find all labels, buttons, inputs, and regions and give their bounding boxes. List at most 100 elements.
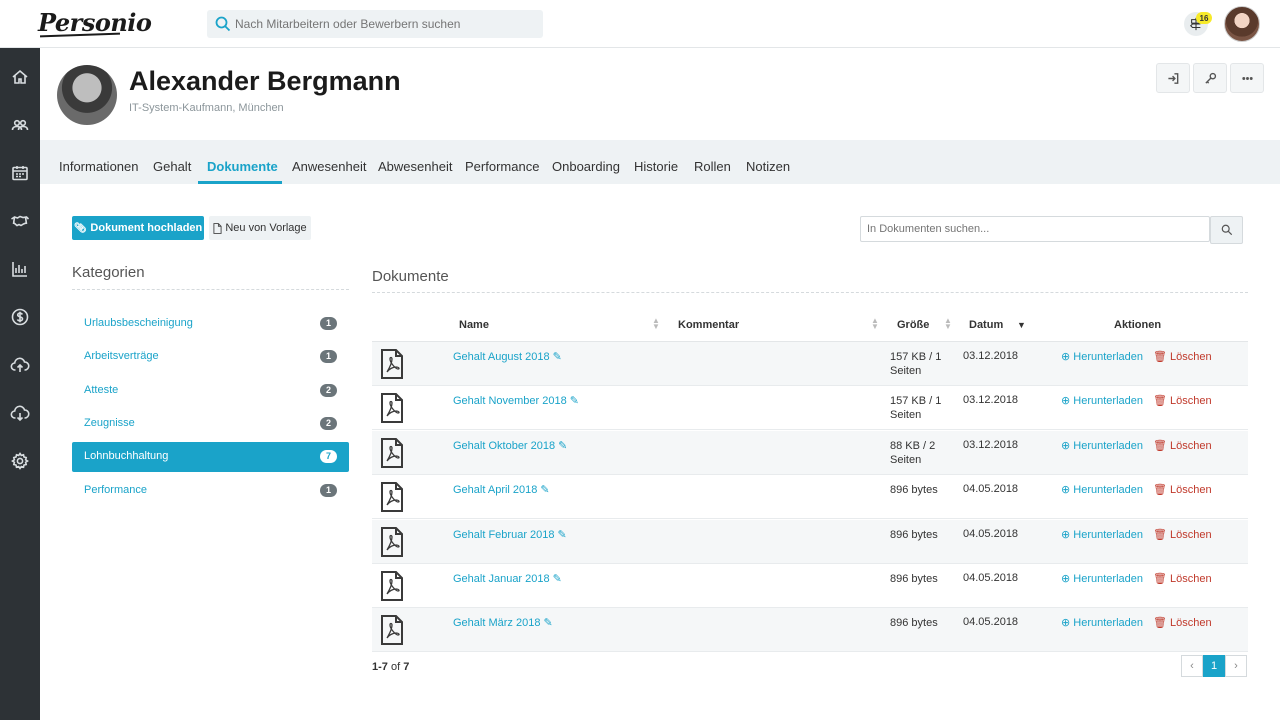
document-name-link[interactable]: Gehalt Oktober 2018 ✎ (453, 439, 567, 452)
trash-icon: 🗑︎ (1153, 617, 1171, 630)
delete-label: Löschen (1170, 528, 1212, 541)
document-search-button[interactable] (1210, 216, 1243, 244)
tab-rollen[interactable]: Rollen (694, 140, 731, 184)
pdf-file-icon[interactable] (380, 393, 404, 424)
download-button[interactable]: ⊕ Herunterladen (1061, 616, 1143, 629)
category-atteste[interactable]: Atteste 2 (72, 376, 349, 406)
document-name-link[interactable]: Gehalt April 2018 ✎ (453, 483, 550, 496)
pdf-file-icon[interactable] (380, 482, 404, 513)
prev-page-button[interactable]: ‹ (1181, 655, 1203, 677)
tab-performance[interactable]: Performance (465, 140, 539, 184)
chevron-right-icon: › (1234, 660, 1238, 672)
column-name[interactable]: Name (459, 319, 489, 331)
upload-cloud-icon[interactable] (8, 353, 32, 377)
delete-button[interactable]: 🗑︎ Löschen (1153, 439, 1212, 452)
delete-button[interactable]: 🗑︎ Löschen (1153, 394, 1212, 407)
tab-gehalt[interactable]: Gehalt (153, 140, 191, 184)
column-comment[interactable]: Kommentar (678, 319, 739, 331)
sort-icon[interactable]: ▲ ▼ (652, 317, 660, 331)
tab-dokumente[interactable]: Dokumente (207, 140, 278, 184)
user-avatar[interactable] (1224, 6, 1260, 42)
global-search[interactable] (207, 10, 543, 38)
delete-button[interactable]: 🗑︎ Löschen (1153, 616, 1212, 629)
home-icon[interactable] (8, 65, 32, 89)
category-zeugnisse[interactable]: Zeugnisse 2 (72, 409, 349, 439)
pdf-file-icon[interactable] (380, 571, 404, 601)
file-icon (213, 222, 222, 234)
document-date: 04.05.2018 (963, 527, 1019, 540)
document-name-link[interactable]: Gehalt März 2018 ✎ (453, 616, 553, 629)
delete-button[interactable]: 🗑︎ Löschen (1153, 350, 1212, 363)
delete-button[interactable]: 🗑︎ Löschen (1153, 528, 1212, 541)
download-button[interactable]: ⊕ Herunterladen (1061, 572, 1143, 585)
category-count: 7 (320, 450, 337, 463)
page-button[interactable]: 1 (1203, 655, 1225, 677)
ellipsis-icon (1241, 76, 1253, 80)
employee-name: Alexander Bergmann (129, 66, 401, 96)
upload-document-button[interactable]: 📎︎ Dokument hochladen (72, 216, 204, 240)
gear-icon[interactable] (8, 449, 32, 473)
delete-button[interactable]: 🗑︎ Löschen (1153, 483, 1212, 496)
login-as-button[interactable] (1156, 63, 1190, 93)
pencil-icon[interactable]: ✎ (558, 440, 567, 452)
download-icon: ⊕ (1061, 573, 1074, 585)
people-icon[interactable] (8, 113, 32, 137)
category-lohnbuchhaltung[interactable]: Lohnbuchhaltung 7 (72, 442, 349, 472)
pencil-icon[interactable]: ✎ (570, 395, 579, 407)
more-options-button[interactable] (1230, 63, 1264, 93)
sort-icon[interactable]: ▲ ▼ (944, 317, 952, 331)
download-button[interactable]: ⊕ Herunterladen (1061, 394, 1143, 407)
calendar-icon[interactable] (8, 161, 32, 185)
tab-abwesenheit[interactable]: Abwesenheit (378, 140, 452, 184)
download-label: Herunterladen (1073, 573, 1143, 585)
tab-historie[interactable]: Historie (634, 140, 678, 184)
download-label: Herunterladen (1073, 351, 1143, 363)
download-cloud-icon[interactable] (8, 401, 32, 425)
delete-button[interactable]: 🗑︎ Löschen (1153, 572, 1212, 585)
sign-in-icon (1167, 72, 1178, 84)
next-page-button[interactable]: › (1225, 655, 1247, 677)
tab-onboarding[interactable]: Onboarding (552, 140, 620, 184)
download-button[interactable]: ⊕ Herunterladen (1061, 350, 1143, 363)
category-urlaubsbescheinigung[interactable]: Urlaubsbescheinigung 1 (72, 309, 349, 339)
trash-icon: 🗑︎ (1153, 484, 1171, 497)
new-from-template-button[interactable]: Neu von Vorlage (209, 216, 311, 240)
download-button[interactable]: ⊕ Herunterladen (1061, 439, 1143, 452)
pagination-info: 1-7 of 7 (372, 661, 409, 673)
tab-informationen[interactable]: Informationen (59, 140, 139, 184)
pdf-file-icon[interactable] (380, 615, 404, 646)
download-icon: ⊕ (1061, 617, 1074, 630)
pencil-icon[interactable]: ✎ (558, 529, 567, 541)
document-name-link[interactable]: Gehalt November 2018 ✎ (453, 394, 579, 407)
pdf-file-icon[interactable] (380, 349, 404, 379)
category-performance[interactable]: Performance 1 (72, 476, 349, 506)
pdf-file-icon[interactable] (380, 526, 404, 557)
pencil-icon[interactable]: ✎ (553, 351, 562, 363)
pencil-icon[interactable]: ✎ (553, 573, 562, 585)
pencil-icon[interactable]: ✎ (540, 484, 549, 496)
download-button[interactable]: ⊕ Herunterladen (1061, 528, 1143, 541)
sort-desc-icon[interactable]: ▼ (1017, 321, 1026, 330)
document-name-link[interactable]: Gehalt Februar 2018 ✎ (453, 528, 567, 541)
category-arbeitsvertraege[interactable]: Arbeitsverträge 1 (72, 342, 349, 372)
category-label: Urlaubsbescheinigung (84, 317, 193, 329)
document-name-link[interactable]: Gehalt August 2018 ✎ (453, 350, 562, 363)
pencil-icon[interactable]: ✎ (543, 617, 552, 629)
employee-subtitle: IT-System-Kaufmann, München (129, 102, 284, 114)
sort-icon[interactable]: ▲ ▼ (871, 317, 879, 331)
pdf-file-icon[interactable] (380, 437, 404, 468)
document-name-link[interactable]: Gehalt Januar 2018 ✎ (453, 572, 562, 585)
delete-label: Löschen (1170, 395, 1212, 408)
global-search-input[interactable] (235, 17, 525, 31)
chart-icon[interactable] (8, 257, 32, 281)
document-search-input[interactable] (860, 216, 1210, 242)
pagination-total: 7 (403, 661, 410, 673)
column-size[interactable]: Größe (897, 319, 929, 331)
dollar-icon[interactable] (8, 305, 32, 329)
access-key-button[interactable] (1193, 63, 1227, 93)
download-button[interactable]: ⊕ Herunterladen (1061, 483, 1143, 496)
column-date[interactable]: Datum (969, 319, 1003, 331)
tab-anwesenheit[interactable]: Anwesenheit (292, 140, 366, 184)
tab-notizen[interactable]: Notizen (746, 140, 790, 184)
handshake-icon[interactable] (8, 209, 32, 233)
